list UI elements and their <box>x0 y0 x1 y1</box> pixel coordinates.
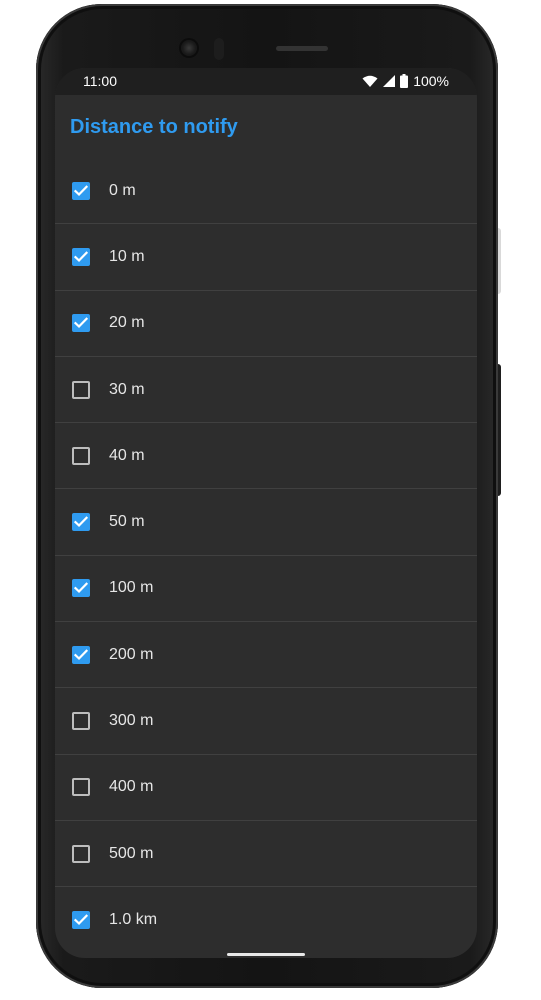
list-item[interactable]: 20 m <box>55 291 477 357</box>
list-item[interactable]: 400 m <box>55 755 477 821</box>
list-item[interactable]: 100 m <box>55 556 477 623</box>
earpiece-speaker <box>276 46 328 51</box>
option-label: 0 m <box>109 181 136 199</box>
battery-icon <box>400 74 409 88</box>
proximity-sensor <box>214 38 224 60</box>
status-time: 11:00 <box>83 73 117 89</box>
checkbox-checked-icon[interactable] <box>72 247 90 266</box>
checkbox-unchecked-icon[interactable] <box>72 778 90 797</box>
checkbox-checked-icon[interactable] <box>72 579 90 598</box>
cellular-signal-icon <box>383 74 396 88</box>
home-indicator[interactable] <box>227 953 305 956</box>
checkbox-unchecked-icon[interactable] <box>72 844 90 863</box>
front-camera-icon <box>181 40 197 56</box>
list-item[interactable]: 0 m <box>55 158 477 225</box>
option-label: 30 m <box>109 380 145 398</box>
wifi-icon <box>362 75 378 88</box>
option-label: 500 m <box>109 844 154 862</box>
option-label: 200 m <box>109 645 154 663</box>
checkbox-checked-icon[interactable] <box>72 910 90 929</box>
status-icons: 100% <box>362 73 449 89</box>
option-label: 1.0 km <box>109 910 158 928</box>
option-label: 400 m <box>109 778 154 796</box>
list-item[interactable]: 40 m <box>55 423 477 490</box>
checkbox-checked-icon[interactable] <box>72 645 90 664</box>
list-item[interactable]: 200 m <box>55 622 477 689</box>
list-item[interactable]: 10 m <box>55 224 477 291</box>
dialog-title: Distance to notify <box>70 116 238 138</box>
distance-options-list: 0 m 10 m 20 m 30 m 40 m 50 m 100 m 200 m 300 m 40… <box>55 158 477 953</box>
checkbox-unchecked-icon[interactable] <box>72 446 90 465</box>
list-item[interactable]: 50 m <box>55 489 477 556</box>
battery-percent: 100% <box>413 73 449 89</box>
checkbox-unchecked-icon[interactable] <box>72 380 90 399</box>
screen: 11:00 100% Distance to notify 0 m 10 m 20 … <box>55 68 477 958</box>
checkbox-checked-icon[interactable] <box>72 181 90 200</box>
option-label: 10 m <box>109 247 145 265</box>
option-label: 20 m <box>109 314 145 332</box>
status-bar: 11:00 100% <box>55 68 477 95</box>
list-item[interactable]: 30 m <box>55 357 477 424</box>
option-label: 50 m <box>109 513 145 531</box>
checkbox-unchecked-icon[interactable] <box>72 712 90 731</box>
list-item[interactable]: 500 m <box>55 821 477 888</box>
checkbox-checked-icon[interactable] <box>72 314 90 333</box>
option-label: 300 m <box>109 712 154 730</box>
device-mockup: 11:00 100% Distance to notify 0 m 10 m 20 … <box>0 0 541 1000</box>
option-label: 100 m <box>109 579 154 597</box>
list-item[interactable]: 300 m <box>55 688 477 755</box>
option-label: 40 m <box>109 446 145 464</box>
list-item[interactable]: 1.0 km <box>55 887 477 952</box>
checkbox-checked-icon[interactable] <box>72 513 90 532</box>
